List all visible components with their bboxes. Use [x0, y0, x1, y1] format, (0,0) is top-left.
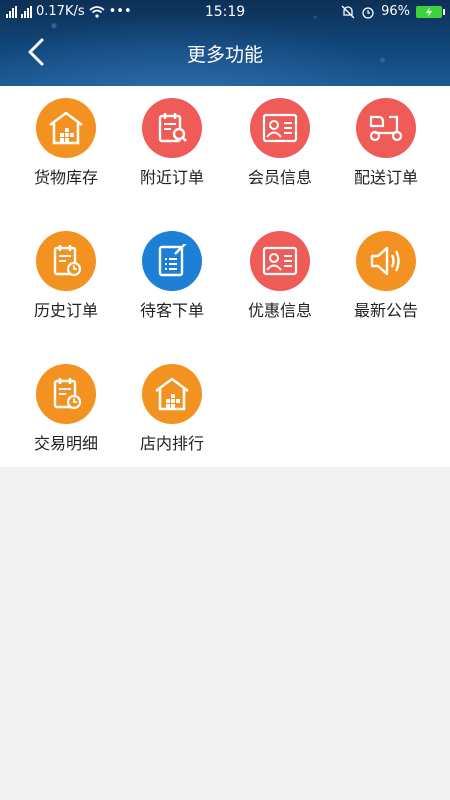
warehouse-icon — [36, 98, 96, 158]
function-item-label: 配送订单 — [353, 168, 418, 187]
function-item-member-info[interactable]: 会员信息 — [230, 98, 330, 198]
order-history-icon — [36, 231, 96, 291]
function-item-order-history[interactable]: 历史订单 — [16, 231, 116, 331]
function-item-label: 会员信息 — [247, 168, 312, 187]
discount-card-icon — [250, 231, 310, 291]
alarm-icon — [362, 6, 374, 19]
function-item-place-order[interactable]: 待客下单 — [122, 231, 222, 331]
function-item-label: 待客下单 — [139, 301, 204, 320]
store-ranking-icon — [142, 364, 202, 424]
function-item-label: 附近订单 — [139, 168, 204, 187]
function-item-label: 货物库存 — [33, 168, 98, 187]
speaker-icon — [356, 231, 416, 291]
order-search-icon — [142, 98, 202, 158]
order-form-icon — [142, 231, 202, 291]
battery-icon — [416, 5, 445, 18]
function-item-inventory[interactable]: 货物库存 — [16, 98, 116, 198]
function-item-nearby-orders[interactable]: 附近订单 — [122, 98, 222, 198]
function-item-label: 历史订单 — [33, 301, 98, 320]
transaction-detail-icon — [36, 364, 96, 424]
battery-percent: 96% — [381, 4, 410, 19]
function-item-transaction-details[interactable]: 交易明细 — [16, 364, 116, 464]
member-card-icon — [250, 98, 310, 158]
function-item-label: 优惠信息 — [247, 301, 312, 320]
function-item-store-ranking[interactable]: 店内排行 — [122, 364, 222, 464]
page-title: 更多功能 — [186, 44, 263, 66]
function-grid: 货物库存 附近订单 会员信息 配送订单 历史订单 待客下单 优惠信息 最新公告 … — [0, 86, 450, 467]
header: 0.17K/s ••• 15:19 96% 更多功能 — [0, 0, 450, 86]
function-item-label: 店内排行 — [139, 434, 204, 453]
scooter-icon — [356, 98, 416, 158]
function-item-delivery-orders[interactable]: 配送订单 — [336, 98, 436, 198]
function-item-announcements[interactable]: 最新公告 — [336, 231, 436, 331]
function-item-label: 最新公告 — [353, 301, 418, 320]
silent-bell-icon — [341, 5, 355, 18]
status-bar: 0.17K/s ••• 15:19 96% — [0, 0, 450, 24]
function-item-discount-info[interactable]: 优惠信息 — [230, 231, 330, 331]
function-item-label: 交易明细 — [33, 434, 98, 453]
